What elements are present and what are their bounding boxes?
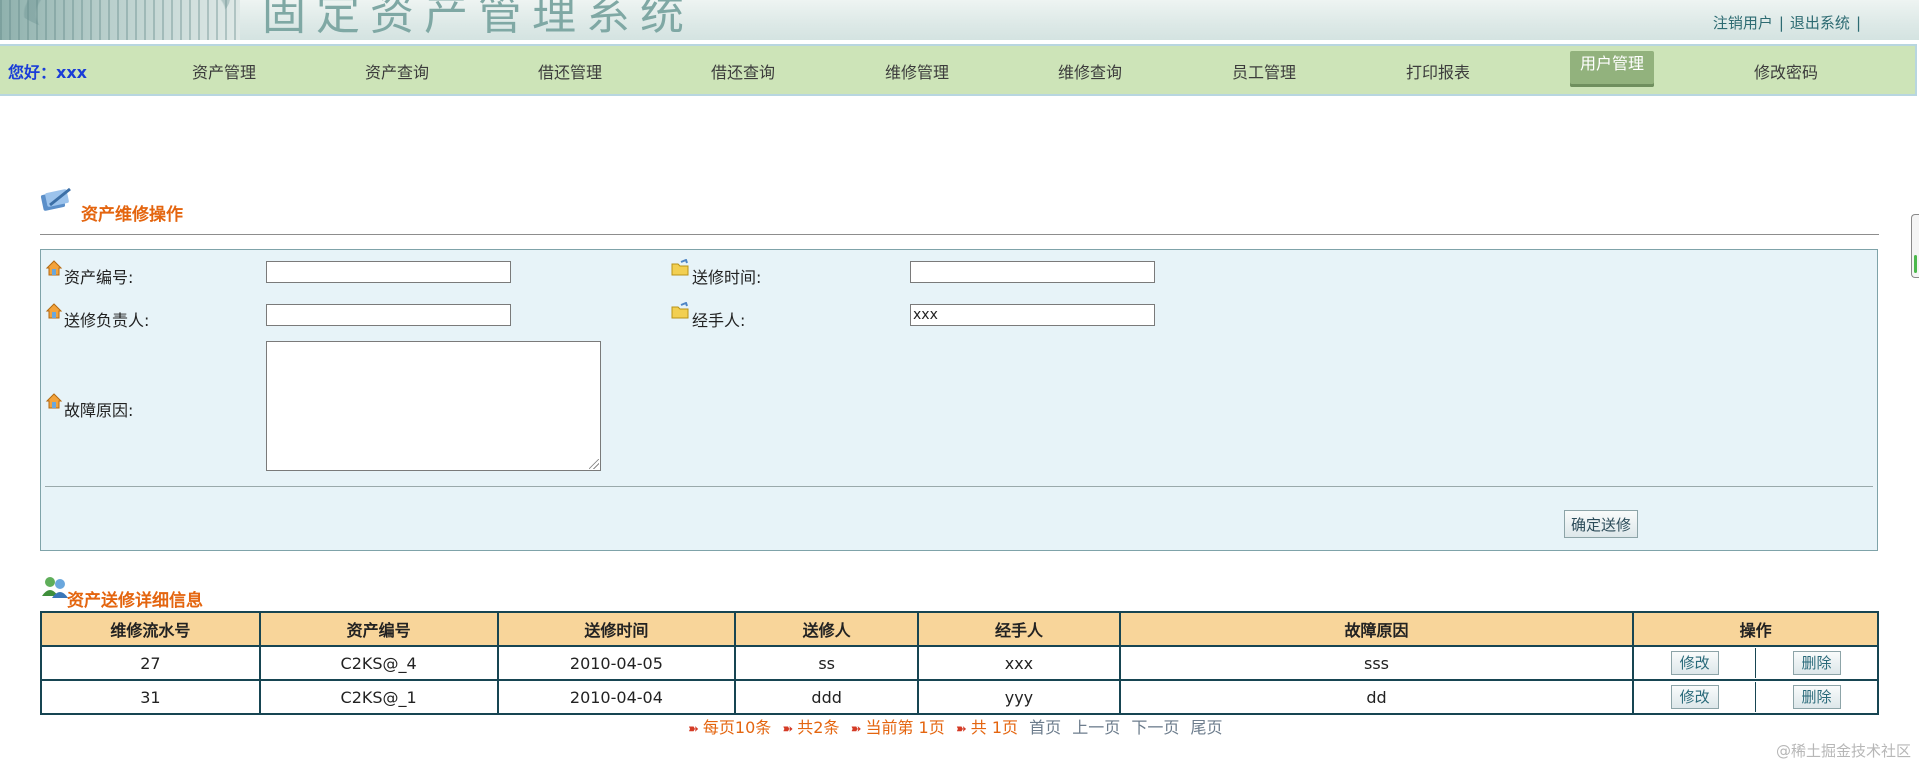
repair-form-panel: 资产编号: 送修时间: 送修负责人: 经手人: 故障原因: 确定送修: [40, 249, 1878, 551]
cell-handler: yyy: [917, 679, 1121, 715]
last-page-link[interactable]: 尾页: [1190, 718, 1222, 737]
watermark: @稀土掘金技术社区: [1775, 742, 1911, 760]
nav-item-repair-query[interactable]: 维修查询: [1058, 59, 1122, 83]
cell-sender: ddd: [734, 679, 920, 715]
nav-item-borrow-manage[interactable]: 借还管理: [538, 59, 602, 83]
nav-item-user-manage[interactable]: 用户管理: [1570, 51, 1655, 87]
send-time-input[interactable]: [910, 261, 1155, 283]
asset-no-input[interactable]: [266, 261, 511, 283]
section-divider: [40, 234, 1879, 235]
header-banner: 固定资产管理系统 注销用户 | 退出系统 |: [0, 0, 1919, 40]
delete-button[interactable]: 删除: [1792, 651, 1841, 675]
cell-sender: ss: [734, 645, 920, 681]
handler-input[interactable]: [910, 304, 1155, 326]
nav-item-staff-manage[interactable]: 员工管理: [1232, 59, 1296, 83]
folder-icon: [671, 259, 689, 276]
folder-icon: [671, 302, 689, 319]
col-header-asset-no: 资产编号: [258, 611, 499, 647]
next-page-link[interactable]: 下一页: [1131, 718, 1179, 737]
cell-reason: sss: [1118, 645, 1635, 681]
nav-item-asset-manage[interactable]: 资产管理: [192, 59, 256, 83]
col-header-sender: 送修人: [734, 611, 920, 647]
col-header-reason: 故障原因: [1118, 611, 1635, 647]
nav-item-repair-manage[interactable]: 维修管理: [885, 59, 949, 83]
handler-label: 经手人:: [692, 311, 746, 330]
cell-reason: dd: [1118, 679, 1635, 715]
resize-grip-icon[interactable]: [589, 459, 599, 469]
repair-detail-table: 维修流水号 资产编号 送修时间 送修人 经手人 故障原因 操作 27 C2KS@…: [40, 611, 1879, 715]
cell-send-time: 2010-04-05: [496, 645, 737, 681]
logout-user-link[interactable]: 注销用户: [1713, 14, 1773, 32]
top-links: 注销用户 | 退出系统 |: [1713, 12, 1867, 33]
total-pages-info: 共 1页: [970, 718, 1019, 737]
cell-serial: 31: [40, 679, 261, 715]
house-icon: [45, 260, 63, 276]
user-greeting: 您好：xxx: [8, 63, 87, 82]
responsible-input[interactable]: [266, 304, 511, 326]
nav-item-borrow-query[interactable]: 借还查询: [711, 59, 775, 83]
total-count-info: 共2条: [797, 718, 840, 737]
col-header-serial: 维修流水号: [40, 611, 261, 647]
house-icon: [45, 393, 63, 409]
link-separator: |: [1855, 14, 1861, 32]
table-row: 27 C2KS@_4 2010-04-05 ss xxx sss 修改 删除: [40, 645, 1879, 681]
cell-asset-no: C2KS@_4: [258, 645, 499, 681]
delete-button[interactable]: 删除: [1792, 685, 1841, 709]
nav-item-change-password[interactable]: 修改密码: [1754, 59, 1818, 83]
page-scrollbar[interactable]: [1911, 214, 1919, 278]
arrow-icon: ➽: [688, 722, 699, 737]
cell-operations: 修改 删除: [1632, 679, 1879, 715]
asset-no-label: 资产编号:: [64, 268, 134, 287]
arrow-icon: ➽: [955, 722, 967, 737]
col-header-send-time: 送修时间: [496, 611, 737, 647]
cell-serial: 27: [40, 645, 261, 681]
col-header-operation: 操作: [1632, 611, 1879, 647]
repair-operation-icon: [40, 187, 71, 211]
panel-divider: [45, 486, 1873, 487]
col-header-handler: 经手人: [917, 611, 1121, 647]
cell-asset-no: C2KS@_1: [258, 679, 499, 715]
arrow-icon: ➽: [850, 722, 862, 737]
reason-label: 故障原因:: [64, 401, 134, 420]
reason-textarea[interactable]: [266, 341, 601, 471]
send-time-label: 送修时间:: [692, 268, 762, 287]
cell-operations: 修改 删除: [1632, 645, 1879, 681]
per-page-info: 每页10条: [702, 718, 772, 737]
edit-button[interactable]: 修改: [1670, 685, 1719, 709]
confirm-repair-button[interactable]: 确定送修: [1564, 510, 1639, 538]
repair-section-title: 资产维修操作: [81, 205, 183, 225]
responsible-label: 送修负责人:: [64, 311, 150, 330]
cell-send-time: 2010-04-04: [496, 679, 737, 715]
table-row: 31 C2KS@_1 2010-04-04 ddd yyy dd 修改 删除: [40, 679, 1879, 715]
link-separator: |: [1778, 14, 1784, 32]
main-nav: 您好：xxx 资产管理 资产查询 借还管理 借还查询 维修管理 维修查询 员工管…: [0, 44, 1917, 96]
first-page-link[interactable]: 首页: [1029, 718, 1061, 737]
exit-system-link[interactable]: 退出系统: [1790, 14, 1850, 32]
table-header-row: 维修流水号 资产编号 送修时间 送修人 经手人 故障原因 操作: [40, 611, 1879, 647]
pagination: ➽ 每页10条 ➽ 共2条 ➽ 当前第 1页 ➽ 共 1页 首页 上一页 下一页 尾页: [688, 714, 1228, 738]
system-title: 固定资产管理系统: [262, 0, 694, 40]
cell-handler: xxx: [917, 645, 1121, 681]
nav-item-print-report[interactable]: 打印报表: [1406, 59, 1470, 83]
house-icon: [45, 303, 63, 319]
current-page-info: 当前第 1页: [865, 718, 945, 737]
detail-section-title: 资产送修详细信息: [67, 591, 203, 611]
nav-item-asset-query[interactable]: 资产查询: [365, 59, 429, 83]
prev-page-link[interactable]: 上一页: [1072, 718, 1120, 737]
edit-button[interactable]: 修改: [1670, 651, 1719, 675]
arrow-icon: ➽: [782, 722, 794, 737]
